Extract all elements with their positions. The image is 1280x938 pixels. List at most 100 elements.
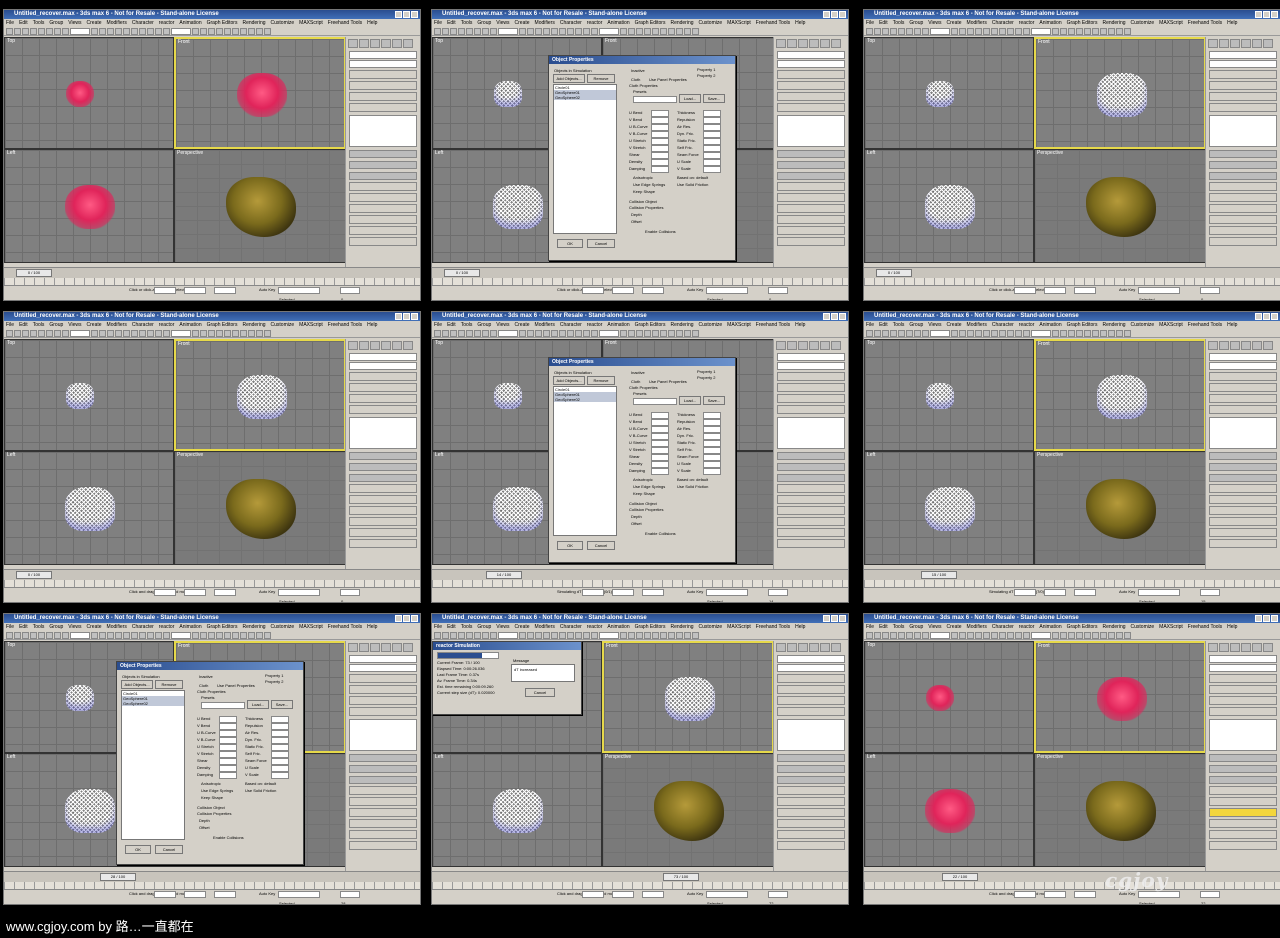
rollout-header[interactable] xyxy=(777,776,845,784)
toolbar-tool-icon[interactable] xyxy=(248,632,255,639)
toolbar-tool-icon[interactable] xyxy=(192,28,199,35)
param-input[interactable] xyxy=(651,440,669,447)
use-solid-friction-checkbox[interactable]: Use Solid Friction xyxy=(677,182,708,187)
toolbar-tool-icon[interactable] xyxy=(866,632,873,639)
menu-item[interactable]: Modifiers xyxy=(967,322,987,328)
modifier-button[interactable] xyxy=(1209,70,1277,79)
toolbar-tool-icon[interactable] xyxy=(575,28,582,35)
viewport-left[interactable]: Left xyxy=(864,149,1034,263)
modify-tab-icon[interactable] xyxy=(1219,39,1229,48)
toolbar-tool-icon[interactable] xyxy=(1007,330,1014,337)
modifier-stack[interactable] xyxy=(1209,115,1277,147)
toolbar-tool-icon[interactable] xyxy=(599,632,619,639)
modifier-button[interactable] xyxy=(777,372,845,381)
ok-button[interactable]: OK xyxy=(557,541,583,550)
menu-item[interactable]: Freehand Tools xyxy=(328,322,362,328)
menu-item[interactable]: Edit xyxy=(879,322,888,328)
menu-item[interactable]: Help xyxy=(1227,20,1237,26)
menu-item[interactable]: Character xyxy=(560,624,582,630)
toolbar-tool-icon[interactable] xyxy=(559,28,566,35)
menu-item[interactable]: Graph Editors xyxy=(1067,20,1098,26)
toolbar-tool-icon[interactable] xyxy=(1023,28,1030,35)
anisotropic-checkbox[interactable]: Anisotropic xyxy=(633,477,653,482)
toolbar-tool-icon[interactable] xyxy=(54,330,61,337)
simulation-button[interactable] xyxy=(777,495,845,504)
menu-item[interactable]: Graph Editors xyxy=(635,322,666,328)
menu-item[interactable]: Customize xyxy=(271,322,295,328)
param-input[interactable] xyxy=(219,751,237,758)
toolbar-tool-icon[interactable] xyxy=(668,28,675,35)
toolbar-tool-icon[interactable] xyxy=(676,330,683,337)
toolbar-tool-icon[interactable] xyxy=(466,330,473,337)
toolbar-tool-icon[interactable] xyxy=(38,632,45,639)
coordinate-field[interactable] xyxy=(582,891,604,898)
toolbar-tool-icon[interactable] xyxy=(1084,632,1091,639)
menu-item[interactable]: File xyxy=(434,624,442,630)
modifier-button[interactable] xyxy=(777,674,845,683)
modifier-button[interactable] xyxy=(777,103,845,112)
toolbar-tool-icon[interactable] xyxy=(107,632,114,639)
simulation-button[interactable] xyxy=(1209,830,1277,839)
menu-item[interactable]: Character xyxy=(560,20,582,26)
menu-item[interactable]: Rendering xyxy=(670,322,693,328)
simulation-button[interactable] xyxy=(1209,517,1277,526)
menu-item[interactable]: Group xyxy=(909,20,923,26)
simulation-button[interactable] xyxy=(349,819,417,828)
menu-item[interactable]: Rendering xyxy=(242,624,265,630)
toolbar-tool-icon[interactable] xyxy=(599,28,619,35)
toolbar-tool-icon[interactable] xyxy=(99,330,106,337)
object-name-field[interactable] xyxy=(349,51,417,59)
menu-item[interactable]: Modifiers xyxy=(967,20,987,26)
menu-item[interactable]: Rendering xyxy=(1102,322,1125,328)
toolbar-tool-icon[interactable] xyxy=(652,632,659,639)
param-input[interactable] xyxy=(219,765,237,772)
param-input[interactable] xyxy=(703,117,721,124)
inactive-radio[interactable]: Inactive xyxy=(199,674,213,679)
toolbar-tool-icon[interactable] xyxy=(264,330,271,337)
simulation-button[interactable] xyxy=(777,484,845,493)
hierarchy-tab-icon[interactable] xyxy=(1230,341,1240,350)
modifier-button[interactable] xyxy=(777,394,845,403)
toolbar-tool-icon[interactable] xyxy=(490,28,497,35)
minimize-button[interactable] xyxy=(823,11,830,18)
toolbar-tool-icon[interactable] xyxy=(591,632,598,639)
menu-item[interactable]: Views xyxy=(496,624,509,630)
toolbar-tool-icon[interactable] xyxy=(914,330,921,337)
maximize-button[interactable] xyxy=(831,11,838,18)
auto-key-button[interactable]: Auto Key xyxy=(687,891,703,896)
toolbar-tool-icon[interactable] xyxy=(527,28,534,35)
keep-shape-checkbox[interactable]: Keep Shape xyxy=(633,189,655,194)
toolbar-tool-icon[interactable] xyxy=(543,330,550,337)
modifier-button[interactable] xyxy=(1209,383,1277,392)
modifier-button[interactable] xyxy=(349,383,417,392)
toolbar-tool-icon[interactable] xyxy=(527,632,534,639)
create-tab-icon[interactable] xyxy=(1208,341,1218,350)
menu-item[interactable]: Animation xyxy=(179,624,201,630)
toolbar-tool-icon[interactable] xyxy=(1076,632,1083,639)
inactive-radio[interactable]: Inactive xyxy=(631,68,645,73)
load-button[interactable]: Load... xyxy=(679,396,701,405)
viewport-front[interactable]: Front xyxy=(1034,37,1206,149)
menu-item[interactable]: Rendering xyxy=(242,20,265,26)
minimize-button[interactable] xyxy=(823,313,830,320)
close-button[interactable] xyxy=(1271,313,1278,320)
toolbar-tool-icon[interactable] xyxy=(46,632,53,639)
motion-tab-icon[interactable] xyxy=(809,643,819,652)
toolbar-tool-icon[interactable] xyxy=(1124,632,1131,639)
toolbar-tool-icon[interactable] xyxy=(930,632,950,639)
menu-item[interactable]: Animation xyxy=(1039,624,1061,630)
param-input[interactable] xyxy=(703,454,721,461)
time-slider[interactable]: 73 / 100 xyxy=(663,873,699,881)
modifier-button[interactable] xyxy=(777,696,845,705)
toolbar-tool-icon[interactable] xyxy=(91,330,98,337)
menu-item[interactable]: Animation xyxy=(607,20,629,26)
rollout-header[interactable] xyxy=(349,150,417,158)
rollout-header[interactable] xyxy=(1209,463,1277,471)
menu-item[interactable]: Animation xyxy=(607,624,629,630)
display-tab-icon[interactable] xyxy=(820,643,830,652)
viewport-perspective[interactable]: Perspective xyxy=(1034,753,1206,867)
toolbar-tool-icon[interactable] xyxy=(450,330,457,337)
property2-radio[interactable]: Property 2 xyxy=(265,679,283,684)
presets-dropdown[interactable] xyxy=(201,702,245,709)
create-tab-icon[interactable] xyxy=(348,643,358,652)
